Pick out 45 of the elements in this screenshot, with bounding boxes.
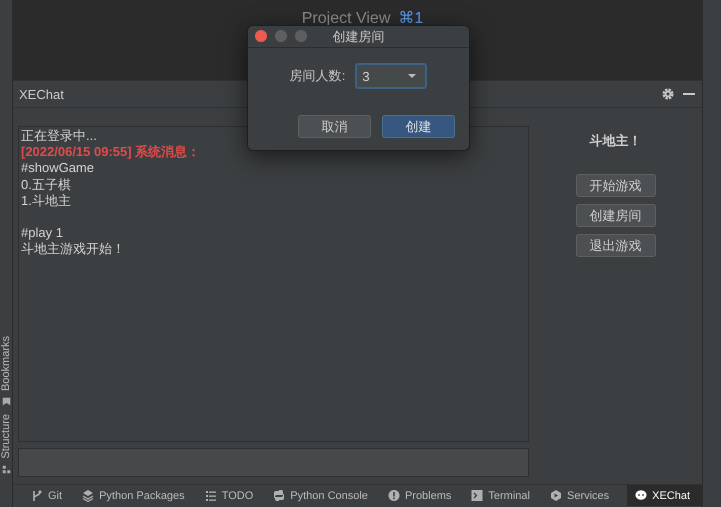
caret-icon <box>407 73 418 79</box>
settings-icon[interactable] <box>661 87 676 101</box>
player-count-select[interactable]: 3 <box>355 63 428 89</box>
shortcut-text: ⌘1 <box>398 12 424 25</box>
cancel-button[interactable]: 取消 <box>298 115 371 138</box>
chat-line: 1.斗地主 <box>21 192 71 210</box>
game-button[interactable]: 开始游戏 <box>576 174 656 197</box>
tool-window-tab[interactable]: XEChat <box>627 485 702 506</box>
tool-window-tab[interactable]: Problems <box>380 485 460 506</box>
chat-line: 0.五子棋 <box>21 176 71 193</box>
game-button[interactable]: 退出游戏 <box>576 234 656 257</box>
chat-bubble-icon <box>635 489 648 502</box>
tool-window-tab[interactable]: TODO <box>196 485 262 506</box>
message-input-field[interactable] <box>18 448 529 477</box>
bookmark-icon <box>2 397 10 406</box>
minimize-dot[interactable] <box>275 30 287 42</box>
python-icon <box>273 489 286 502</box>
create-button[interactable]: 创建 <box>382 115 455 138</box>
chat-line: 斗地主游戏开始！ <box>21 241 125 258</box>
tool-window-label[interactable]: Structure <box>0 414 12 459</box>
squares-icon <box>2 465 10 474</box>
list-icon <box>204 489 217 502</box>
system-message: [2022/06/15 09:55] 系统消息： <box>21 144 200 160</box>
close-dot[interactable] <box>255 30 267 42</box>
chat-line: 正在登录中... <box>21 128 97 144</box>
play-icon <box>550 489 562 502</box>
panel-title: XEChat <box>19 86 64 102</box>
game-title: 斗地主！ <box>590 132 642 150</box>
game-button[interactable]: 创建房间 <box>576 204 656 227</box>
dialog-title: 创建房间 <box>332 28 384 46</box>
hint-text: Project View <box>302 12 390 25</box>
branch-icon <box>31 489 43 502</box>
tool-window-label[interactable]: Bookmarks <box>0 336 12 392</box>
tool-window-tab[interactable]: Services <box>542 485 618 506</box>
tool-window-tab[interactable]: Git <box>23 485 70 506</box>
field-label: 房间人数: <box>290 67 346 85</box>
chat-line: #showGame <box>21 160 94 177</box>
tool-window-tab[interactable]: Terminal <box>463 485 538 506</box>
chat-line: #play 1 <box>21 225 63 242</box>
exclamation-icon <box>388 489 400 502</box>
tool-window-tab[interactable]: Python Packages <box>74 485 193 506</box>
tool-window-tab[interactable]: Python Console <box>265 485 376 506</box>
zoom-dot[interactable] <box>295 30 307 42</box>
layers-icon <box>82 489 94 502</box>
terminal-icon <box>471 489 484 502</box>
